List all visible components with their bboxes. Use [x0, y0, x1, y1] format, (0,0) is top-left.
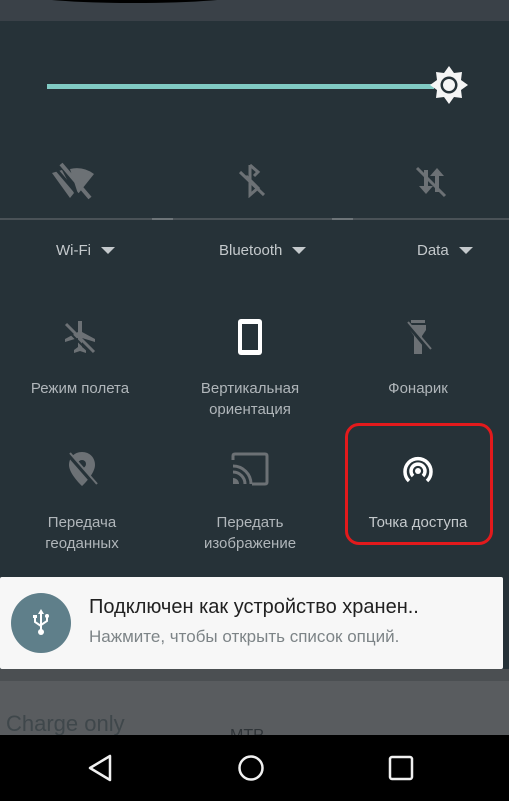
notification-icon-circle	[11, 593, 71, 653]
notification-subtitle: Нажмите, чтобы открыть список опций.	[89, 627, 400, 646]
cast-label-line2: изображение	[203, 535, 297, 552]
dimmed-background: Charge only MTP	[0, 669, 509, 744]
tile-rotation[interactable]: Вертикальная ориентация	[190, 318, 310, 428]
tile-airplane-mode[interactable]: Режим полета	[20, 318, 140, 408]
tile-location[interactable]: Передача геоданных	[22, 450, 142, 560]
divider-segment	[332, 218, 353, 220]
home-icon[interactable]	[236, 753, 266, 783]
location-label-line1: Передача	[47, 514, 117, 531]
bluetooth-off-icon[interactable]	[234, 162, 270, 198]
bluetooth-label: Bluetooth	[219, 242, 283, 259]
wifi-off-icon[interactable]	[48, 160, 96, 200]
location-label-line2: геоданных	[45, 535, 119, 552]
bluetooth-dropdown[interactable]: Bluetooth	[219, 242, 307, 259]
flashlight-off-icon	[404, 320, 432, 354]
brightness-auto-icon[interactable]	[429, 65, 469, 105]
chevron-down-icon[interactable]	[458, 247, 473, 254]
notification-title: Подключен как устройство хранен..	[89, 596, 419, 618]
usb-notification[interactable]: Подключен как устройство хранен.. Нажмит…	[0, 577, 503, 669]
rotation-label-line1: Вертикальная	[200, 380, 300, 397]
brightness-slider[interactable]	[47, 66, 468, 104]
airplane-mode-label: Режим полета	[30, 380, 130, 397]
screen-notch	[26, 0, 243, 3]
flashlight-label: Фонарик	[388, 380, 448, 397]
quick-settings-divider	[0, 218, 509, 220]
cast-icon	[231, 452, 269, 486]
hotspot-highlight-frame	[345, 423, 493, 545]
usb-icon	[33, 609, 49, 635]
data-dropdown[interactable]: Data	[417, 242, 473, 259]
data-label: Data	[417, 242, 449, 259]
wifi-label: Wi-Fi	[56, 242, 91, 259]
portrait-phone-icon	[238, 319, 262, 355]
background-text-charge-only: Charge only	[6, 711, 125, 736]
tile-cast[interactable]: Передать изображение	[190, 450, 310, 560]
chevron-down-icon[interactable]	[292, 247, 307, 254]
divider-segment	[152, 218, 173, 220]
status-bar-remnant	[0, 0, 509, 21]
navigation-bar	[0, 735, 509, 801]
back-icon[interactable]	[86, 753, 116, 783]
data-off-icon[interactable]	[413, 164, 449, 198]
airplane-off-icon	[63, 321, 96, 356]
location-off-icon	[66, 452, 98, 488]
recents-icon[interactable]	[386, 753, 416, 783]
notification-shadow	[0, 669, 509, 681]
rotation-label-line2: ориентация	[209, 401, 291, 418]
brightness-track[interactable]	[47, 84, 434, 89]
wifi-dropdown[interactable]: Wi-Fi	[56, 242, 115, 259]
cast-label-line1: Передать	[216, 514, 284, 531]
tile-flashlight[interactable]: Фонарик	[358, 318, 478, 408]
chevron-down-icon[interactable]	[100, 247, 115, 254]
